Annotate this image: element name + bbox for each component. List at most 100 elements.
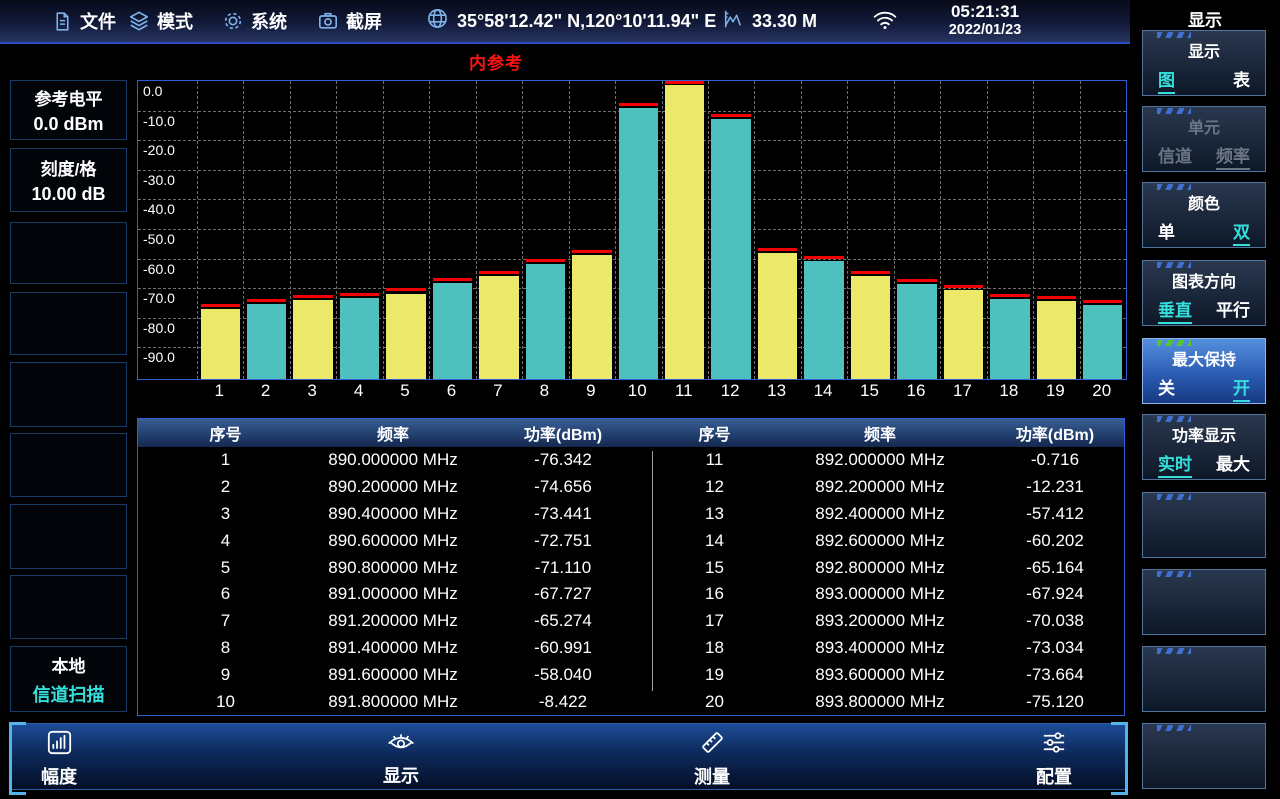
table-row: 2890.200000 MHz-74.65612892.200000 MHz-1… [138, 474, 1124, 501]
right-softkey-empty-7 [1142, 492, 1266, 558]
x-gridline [987, 81, 988, 379]
table-cell: 10 [138, 692, 313, 712]
max-hold-cap-3 [293, 295, 332, 298]
softkey-value: 10.00 dB [11, 184, 126, 205]
menu-item-layers[interactable]: 模式 [128, 0, 193, 42]
bottom-bar-label: 测量 [667, 763, 757, 789]
table-cell: 892.600000 MHz [776, 531, 984, 551]
table-header-cell: 功率(dBm) [473, 421, 653, 445]
table-cell: 891.600000 MHz [313, 665, 473, 685]
table-cell: 15 [653, 558, 776, 578]
button-corner-decoration [1157, 262, 1191, 268]
softkey-empty-7 [10, 504, 127, 569]
table-cell: 2 [138, 477, 313, 497]
table-row: 4890.600000 MHz-72.75114892.600000 MHz-6… [138, 527, 1124, 554]
right-softkey-3[interactable]: 颜色单双 [1142, 182, 1266, 248]
clock: 05:21:31 2022/01/23 [930, 2, 1040, 40]
softkey-option[interactable]: 平行 [1216, 296, 1250, 324]
right-softkey-empty-9 [1142, 646, 1266, 712]
table-cell: -65.164 [984, 558, 1126, 578]
softkey-option[interactable]: 关 [1158, 374, 1175, 402]
bottom-bar-item-amplitude[interactable]: 幅度 [14, 729, 104, 789]
table-cell: 1 [138, 450, 313, 470]
softkey-option[interactable]: 最大 [1216, 450, 1250, 478]
table-row: 1890.000000 MHz-76.34211892.000000 MHz-0… [138, 447, 1124, 474]
x-axis-tick-label: 10 [614, 381, 660, 401]
right-softkey-4[interactable]: 图表方向垂直平行 [1142, 260, 1266, 326]
menu-item-file[interactable]: 文件 [52, 0, 116, 42]
chart-title: 内参考 [396, 49, 596, 74]
channel-bar-14 [804, 261, 843, 379]
menu-item-gear[interactable]: 系统 [222, 0, 287, 42]
softkey-1[interactable]: 参考电平0.0 dBm [10, 80, 127, 140]
gps-readout: 35°58'12.42" N,120°10'11.94" E [426, 0, 716, 42]
table-cell: 3 [138, 504, 313, 524]
table-cell: -73.441 [473, 504, 653, 524]
softkey-empty-4 [10, 292, 127, 355]
x-axis-tick-label: 4 [335, 381, 381, 401]
x-axis-tick-label: 11 [661, 381, 707, 401]
table-header-cell: 频率 [313, 421, 473, 445]
x-gridline [197, 81, 198, 379]
ruler-icon [699, 743, 726, 760]
softkey-option[interactable]: 图 [1158, 66, 1175, 94]
max-hold-cap-4 [340, 293, 379, 296]
softkey-option[interactable]: 开 [1233, 374, 1250, 402]
right-softkey-5[interactable]: 最大保持关开 [1142, 338, 1266, 404]
x-axis-tick-label: 20 [1079, 381, 1125, 401]
x-gridline [754, 81, 755, 379]
table-cell: 6 [138, 584, 313, 604]
altitude-icon [722, 8, 744, 35]
table-cell: 892.800000 MHz [776, 558, 984, 578]
softkey-option[interactable]: 实时 [1158, 450, 1192, 478]
table-cell: 18 [653, 638, 776, 658]
table-cell: -72.751 [473, 531, 653, 551]
softkey-option[interactable]: 单 [1158, 218, 1175, 246]
gear-icon [222, 10, 244, 32]
menu-item-label: 模式 [157, 8, 193, 34]
table-cell: -67.727 [473, 584, 653, 604]
softkey-9[interactable]: 本地信道扫描 [10, 646, 127, 712]
softkey-option[interactable]: 表 [1233, 66, 1250, 94]
x-gridline [801, 81, 802, 379]
table-cell: 893.800000 MHz [776, 692, 984, 712]
softkey-option[interactable]: 信道 [1158, 142, 1192, 170]
button-corner-decoration [1157, 648, 1191, 654]
button-corner-decoration [1157, 725, 1191, 731]
softkey-2[interactable]: 刻度/格10.00 dB [10, 148, 127, 212]
x-axis-tick-label: 6 [428, 381, 474, 401]
menu-item-camera[interactable]: 截屏 [317, 0, 382, 42]
channel-table-header: 序号频率功率(dBm)序号频率功率(dBm) [138, 419, 1124, 447]
softkey-title: 图表方向 [1143, 268, 1265, 292]
bottom-bar-item-sliders[interactable]: 配置 [1009, 729, 1099, 789]
bottom-bar-item-eye[interactable]: 显示 [356, 729, 446, 788]
button-corner-decoration [1157, 184, 1191, 190]
table-cell: 11 [653, 450, 776, 470]
y-axis-tick-label: -40.0 [143, 201, 175, 217]
max-hold-cap-20 [1083, 300, 1122, 303]
right-softkey-2[interactable]: 单元信道频率 [1142, 106, 1266, 172]
table-cell: 891.400000 MHz [313, 638, 473, 658]
softkey-value: 信道扫描 [11, 681, 126, 707]
x-axis-tick-label: 18 [986, 381, 1032, 401]
x-axis-tick-label: 16 [893, 381, 939, 401]
table-cell: 13 [653, 504, 776, 524]
menu-item-label: 系统 [251, 8, 287, 34]
channel-bar-13 [758, 253, 797, 379]
table-row: 7891.200000 MHz-65.27417893.200000 MHz-7… [138, 608, 1124, 635]
channel-bar-11 [665, 85, 704, 379]
bottom-bar-item-ruler[interactable]: 测量 [667, 729, 757, 789]
bottom-bar-label: 幅度 [14, 763, 104, 789]
table-cell: -60.991 [473, 638, 653, 658]
max-hold-cap-14 [804, 256, 843, 259]
softkey-option[interactable]: 垂直 [1158, 296, 1192, 324]
channel-table: 序号频率功率(dBm)序号频率功率(dBm) 1890.000000 MHz-7… [137, 418, 1125, 716]
button-corner-decoration [1157, 340, 1191, 346]
altitude-readout: 33.30 M [722, 0, 817, 42]
softkey-option[interactable]: 频率 [1216, 142, 1250, 170]
softkey-option[interactable]: 双 [1233, 218, 1250, 246]
right-softkey-6[interactable]: 功率显示实时最大 [1142, 414, 1266, 480]
channel-bar-20 [1083, 305, 1122, 379]
right-softkey-1[interactable]: 显示图 表 [1142, 30, 1266, 96]
softkey-title: 显示 [1143, 38, 1265, 62]
